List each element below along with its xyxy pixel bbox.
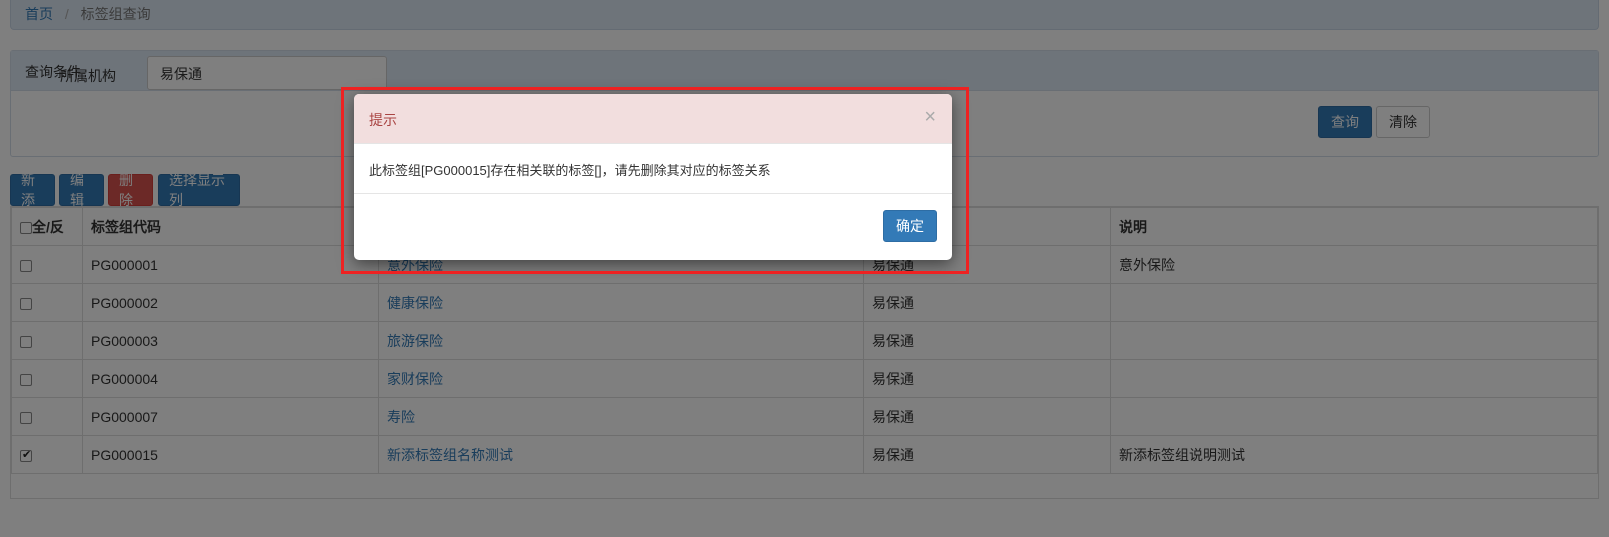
modal-header: 提示 × bbox=[354, 94, 952, 144]
alert-modal: 提示 × 此标签组[PG000015]存在相关联的标签[]，请先删除其对应的标签… bbox=[354, 94, 952, 260]
modal-title: 提示 bbox=[369, 112, 397, 128]
modal-backdrop[interactable] bbox=[0, 0, 1609, 537]
confirm-button[interactable]: 确定 bbox=[883, 210, 937, 242]
modal-footer: 确定 bbox=[354, 194, 952, 260]
modal-message: 此标签组[PG000015]存在相关联的标签[]，请先删除其对应的标签关系 bbox=[354, 144, 952, 194]
close-icon[interactable]: × bbox=[924, 106, 936, 129]
